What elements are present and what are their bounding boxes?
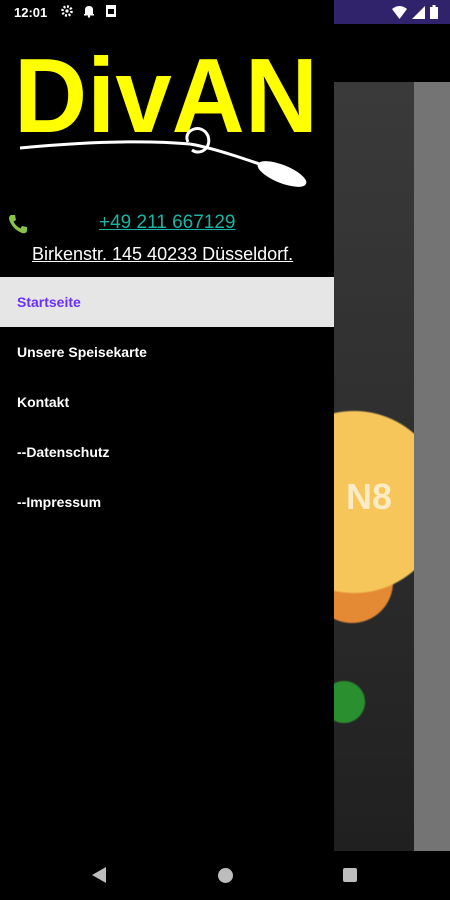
gear-icon — [60, 4, 74, 23]
status-bar: 12:01 — [0, 0, 450, 24]
menu-item-speisekarte[interactable]: Unsere Speisekarte — [0, 327, 334, 377]
wifi-icon — [392, 5, 407, 24]
phone-icon — [6, 212, 30, 236]
navigation-drawer: DivAN +49 211 667129 Birkenstr. 145 4023… — [0, 24, 334, 851]
background-text: N8 — [346, 476, 393, 517]
battery-icon — [430, 5, 438, 24]
menu-item-startseite[interactable]: Startseite — [0, 277, 334, 327]
address-link[interactable]: Birkenstr. 145 40233 Düsseldorf. — [32, 244, 293, 265]
menu-item-impressum[interactable]: --Impressum — [0, 477, 334, 527]
drawer-menu: Startseite Unsere Speisekarte Kontakt --… — [0, 277, 334, 527]
menu-item-kontakt[interactable]: Kontakt — [0, 377, 334, 427]
back-icon[interactable] — [92, 867, 106, 883]
background-app-content: N8 — [334, 24, 450, 872]
phone-link[interactable]: +49 211 667129 — [99, 212, 235, 234]
phone-row: +49 211 667129 — [0, 210, 334, 238]
home-icon[interactable] — [218, 868, 233, 883]
system-nav-bar — [0, 851, 450, 900]
scroll-panel — [414, 82, 450, 852]
status-icons-left — [60, 4, 118, 23]
signal-icon — [412, 5, 425, 24]
recents-icon[interactable] — [343, 868, 357, 882]
status-time: 12:01 — [14, 5, 48, 20]
status-bar-right — [334, 0, 450, 24]
sim-icon — [104, 4, 118, 23]
menu-item-datenschutz[interactable]: --Datenschutz — [0, 427, 334, 477]
bell-icon — [82, 4, 96, 23]
svg-text:DivAN: DivAN — [14, 37, 318, 155]
divan-logo: DivAN — [14, 30, 326, 200]
